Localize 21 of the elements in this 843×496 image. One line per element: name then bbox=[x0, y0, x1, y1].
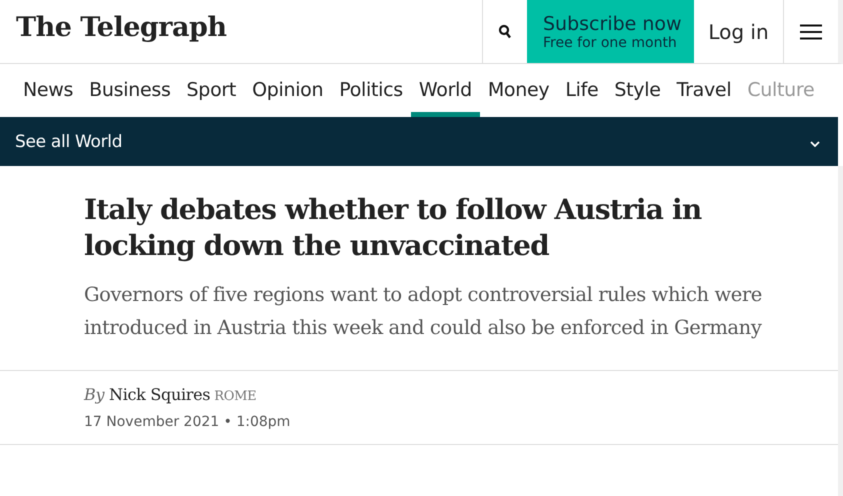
nav-tab[interactable]: Life bbox=[557, 64, 606, 117]
search-icon[interactable] bbox=[498, 24, 512, 40]
menu-icon[interactable] bbox=[800, 24, 822, 40]
nav-tab[interactable]: Opinion bbox=[244, 64, 332, 117]
subscribe-button[interactable]: Subscribe now Free for one month bbox=[527, 0, 694, 63]
nav-tab[interactable]: Money bbox=[480, 64, 558, 117]
nav-tab[interactable]: Style bbox=[606, 64, 669, 117]
headline: Italy debates whether to follow Austria in locking down the unvaccinated bbox=[84, 192, 703, 264]
location-label: ROME bbox=[214, 389, 256, 404]
byline-prefix: By bbox=[84, 385, 104, 404]
site-logo[interactable]: The Telegraph bbox=[0, 0, 482, 63]
section-link[interactable]: See all World bbox=[15, 132, 122, 152]
standfirst: Governors of five regions want to adopt controversial rules which were introduced in Austria this week and could also be enforced in Germany bbox=[84, 282, 763, 341]
nav-tab[interactable]: Business bbox=[81, 64, 179, 117]
nav-tab[interactable]: Politics bbox=[331, 64, 411, 117]
chevron-icon[interactable] bbox=[810, 140, 820, 146]
nav-tab[interactable]: Travel bbox=[668, 64, 740, 117]
publish-date: 17 November 2021 • 1:08pm bbox=[84, 414, 290, 430]
nav-tab[interactable]: News bbox=[15, 64, 82, 117]
author-link[interactable]: Nick Squires bbox=[109, 385, 210, 404]
nav-tab[interactable]: Sport bbox=[178, 64, 244, 117]
